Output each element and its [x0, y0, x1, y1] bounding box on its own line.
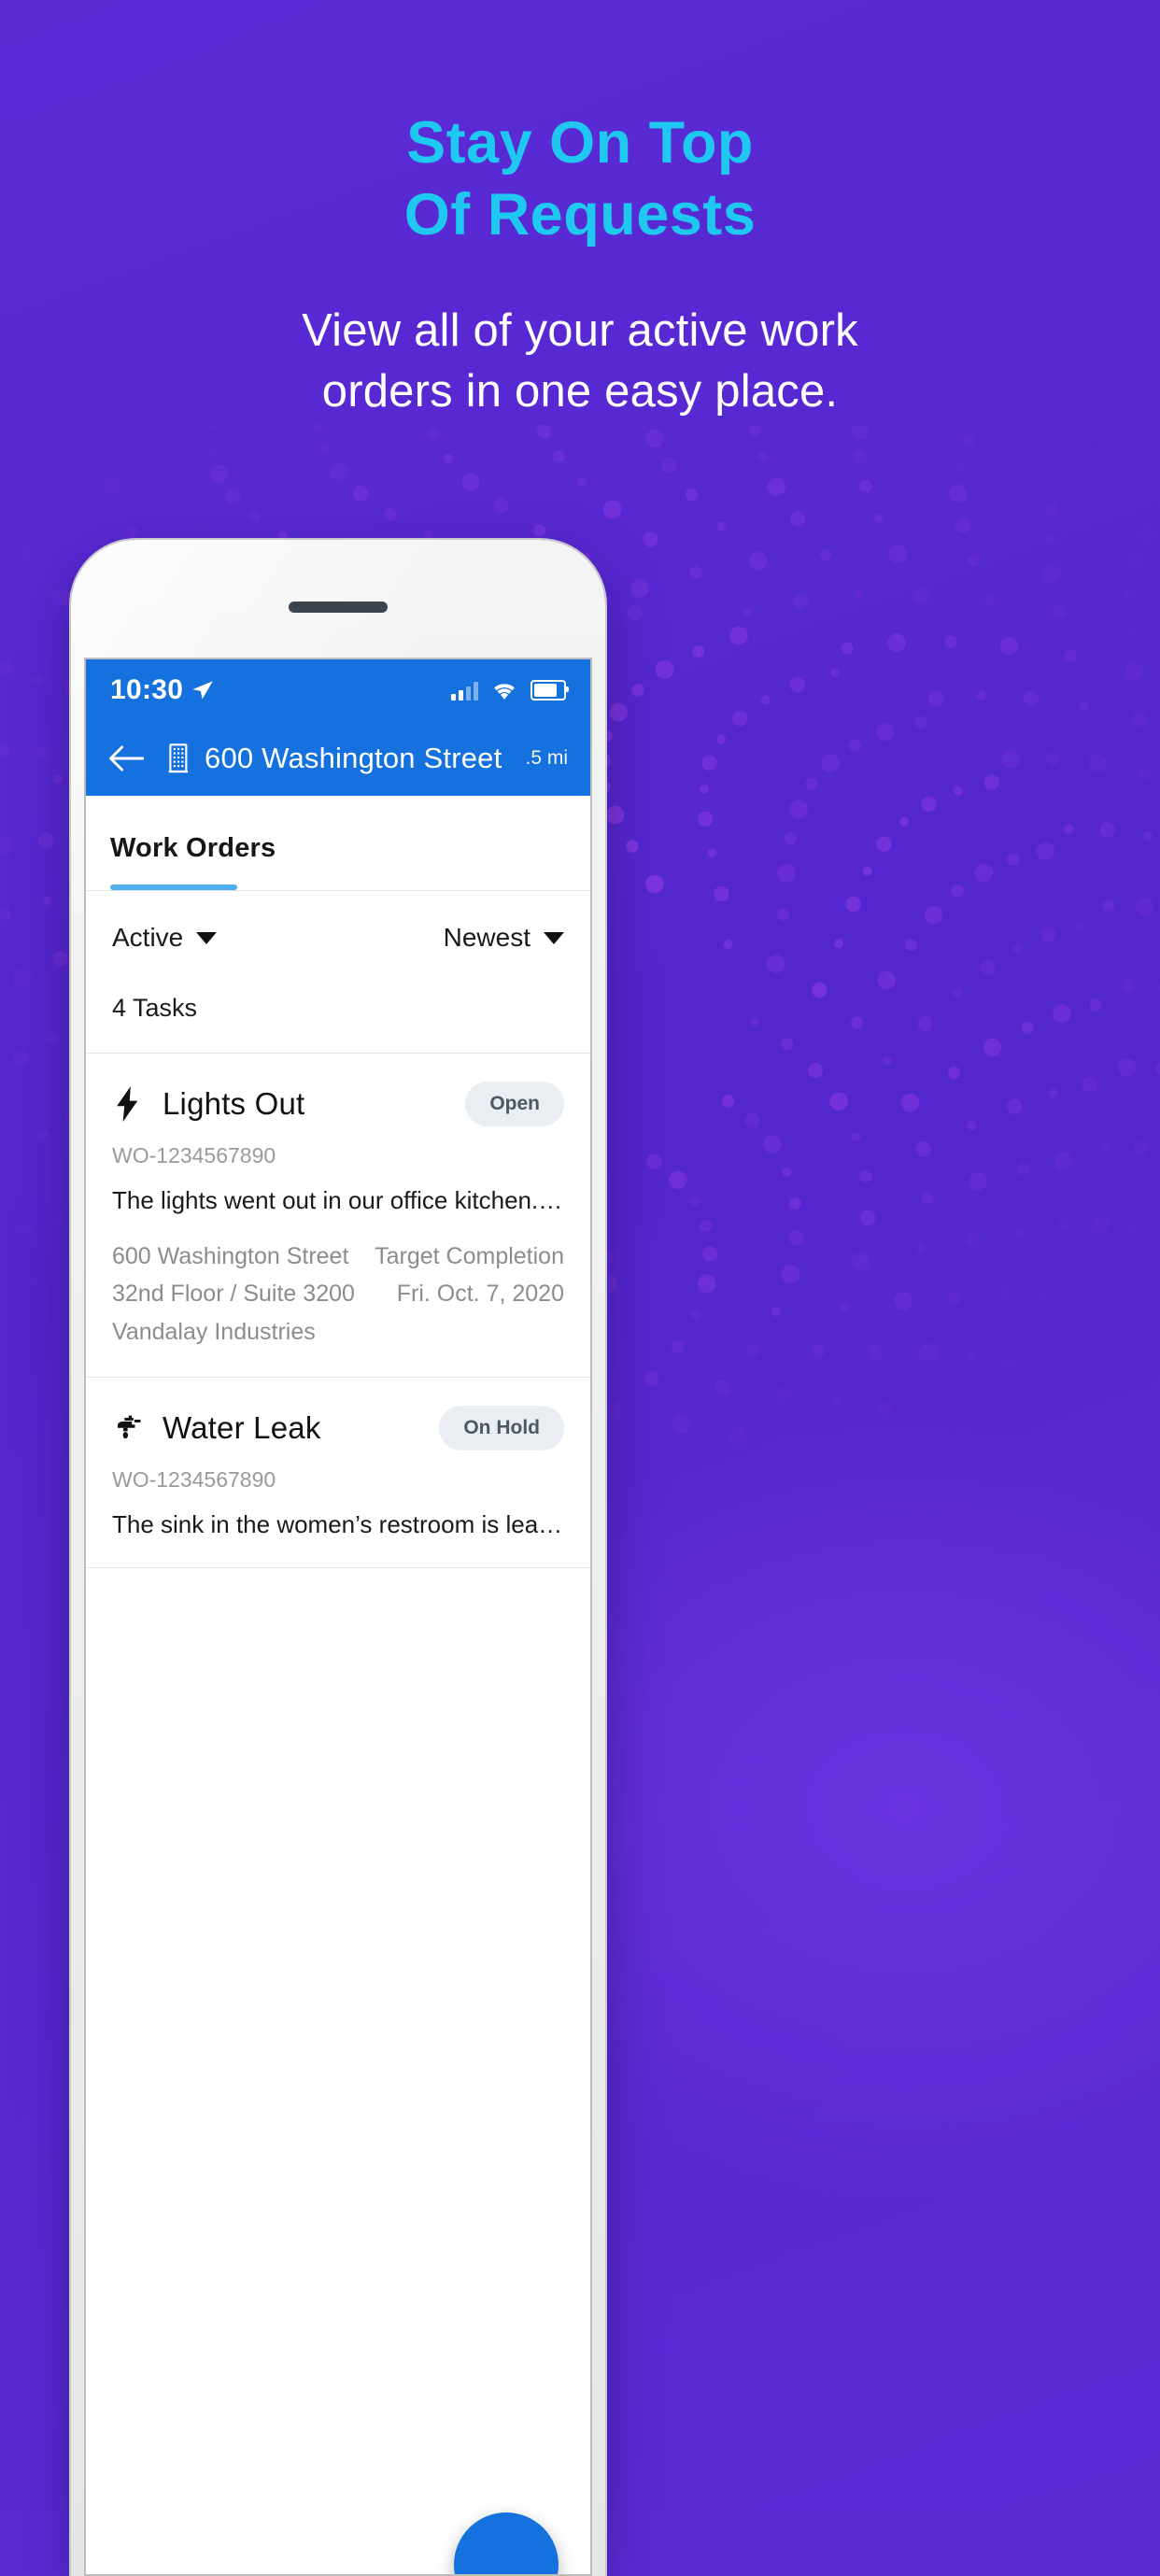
building-icon — [167, 743, 191, 774]
work-order-id: WO-1234567890 — [112, 1467, 564, 1493]
sort-filter-dropdown[interactable]: Newest — [444, 923, 564, 953]
faucet-icon — [112, 1410, 144, 1446]
work-order-title: Water Leak — [163, 1410, 321, 1446]
status-bar-time: 10:30 — [110, 674, 183, 706]
work-order-card[interactable]: Water Leak On Hold WO-1234567890 The sin… — [86, 1378, 590, 1568]
work-order-title: Lights Out — [163, 1086, 304, 1122]
target-completion-label: Target Completion — [375, 1238, 564, 1276]
back-arrow-icon[interactable] — [108, 744, 144, 772]
work-order-description: The sink in the women’s restroom is leak… — [112, 1509, 564, 1541]
chevron-down-icon — [196, 932, 217, 944]
lightning-bolt-icon — [112, 1086, 144, 1122]
work-order-address: 600 Washington Street — [112, 1238, 355, 1276]
location-arrow-icon — [191, 678, 215, 702]
work-order-card[interactable]: Lights Out Open WO-1234567890 The lights… — [86, 1054, 590, 1378]
work-order-floor-suite: 32nd Floor / Suite 3200 — [112, 1275, 355, 1313]
subheadline-line-1: View all of your active work — [302, 305, 858, 356]
filter-row: Active Newest — [86, 891, 590, 953]
hero-copy: Stay On Top Of Requests View all of your… — [0, 107, 1160, 421]
phone-mockup: 10:30 — [71, 540, 605, 2576]
add-work-order-button[interactable] — [454, 2512, 559, 2574]
tab-work-orders[interactable]: Work Orders — [110, 796, 276, 885]
wifi-icon — [490, 680, 518, 701]
work-order-company: Vandalay Industries — [112, 1313, 355, 1352]
battery-icon — [530, 680, 566, 701]
target-completion-date: Fri. Oct. 7, 2020 — [375, 1275, 564, 1313]
work-order-id: WO-1234567890 — [112, 1143, 564, 1168]
headline: Stay On Top Of Requests — [0, 107, 1160, 252]
app-bar: 600 Washington Street .5 mi — [86, 721, 590, 796]
tab-bar: Work Orders — [86, 796, 590, 891]
sort-filter-label: Newest — [444, 923, 530, 953]
headline-line-1: Stay On Top — [406, 110, 754, 176]
app-bar-title: 600 Washington Street — [205, 742, 502, 775]
chevron-down-icon — [544, 932, 564, 944]
subheadline-line-2: orders in one easy place. — [322, 366, 839, 417]
cellular-signal-icon — [451, 680, 478, 701]
task-count-label: 4 Tasks — [86, 953, 590, 1054]
work-order-description: The lights went out in our office kitche… — [112, 1185, 564, 1217]
status-filter-dropdown[interactable]: Active — [112, 923, 217, 953]
headline-line-2: Of Requests — [404, 182, 757, 248]
phone-speaker — [289, 602, 388, 613]
status-filter-label: Active — [112, 923, 183, 953]
subheadline: View all of your active work orders in o… — [0, 301, 1160, 421]
status-badge: Open — [465, 1082, 564, 1126]
distance-label: .5 mi — [525, 747, 568, 770]
status-bar: 10:30 — [86, 659, 590, 721]
phone-screen: 10:30 — [86, 659, 590, 2574]
tab-active-indicator — [110, 885, 237, 890]
status-badge: On Hold — [439, 1406, 564, 1451]
